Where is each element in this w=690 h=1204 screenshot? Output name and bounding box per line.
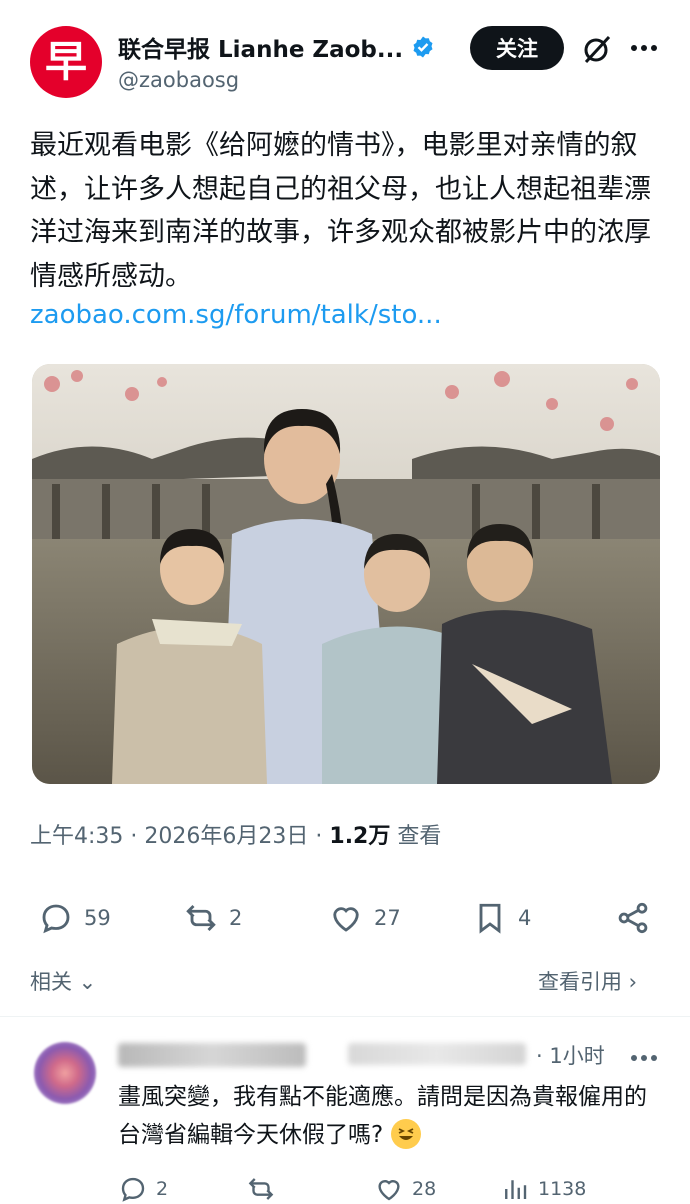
post-meta: 上午4:35 · 2026年6月23日 · 1.2万 查看 [30, 824, 442, 849]
reply-avatar[interactable] [34, 1042, 96, 1104]
view-count: 1.2万 [329, 824, 391, 849]
grok-icon[interactable] [582, 34, 612, 64]
related-dropdown[interactable]: 相关 ⌄ [30, 966, 96, 996]
movie-poster-image[interactable] [32, 364, 660, 784]
repost-button[interactable]: 2 [183, 900, 242, 936]
view-quotes-link[interactable]: 查看引用 › [538, 966, 637, 996]
reply-button[interactable]: 59 [38, 900, 111, 936]
tweet-text: 最近观看电影《给阿嬷的情书》，电影里对亲情的叙述，让许多人想起自己的祖父母，也让… [30, 130, 651, 292]
handle[interactable]: @zaobaosg [118, 68, 239, 92]
verified-badge-icon [413, 36, 433, 58]
reply-reply-count: 2 [156, 1178, 169, 1200]
movie-poster-illustration [32, 364, 660, 784]
tweet-link[interactable]: zaobao.com.sg/forum/talk/sto... [30, 300, 442, 330]
related-label: 相关 [30, 970, 72, 994]
reply-time: · 1小时 [536, 1044, 605, 1068]
chevron-right-icon: › [622, 970, 638, 994]
follow-button[interactable]: 关注 [470, 26, 564, 70]
views-bar-chart-icon [505, 1180, 527, 1199]
reply-like-count: 28 [412, 1178, 437, 1200]
reply-author-name-blurred[interactable] [118, 1043, 306, 1067]
post-time: 上午4:35 [30, 824, 124, 849]
post-date[interactable]: 2026年6月23日 [144, 824, 308, 849]
avatar[interactable]: 早 [30, 26, 102, 98]
quotes-label: 查看引用 [538, 970, 622, 994]
share-icon [618, 902, 648, 934]
share-button[interactable] [615, 900, 651, 936]
reply-views-button[interactable]: 1138 [500, 1174, 586, 1204]
reply-icon [42, 904, 70, 934]
reply-like-button[interactable]: 28 [374, 1174, 436, 1204]
view-label: 查看 [397, 824, 442, 849]
reply-more-icon[interactable] [628, 1046, 660, 1070]
bookmark-count: 4 [518, 906, 532, 930]
repost-icon [248, 1178, 274, 1200]
heart-icon [333, 907, 359, 932]
bookmark-icon [479, 903, 501, 934]
chevron-down-icon: ⌄ [72, 970, 97, 994]
like-count: 27 [374, 906, 401, 930]
avatar-glyph: 早 [44, 37, 87, 86]
more-icon[interactable] [628, 36, 660, 60]
grinning-squinting-emoji-icon [390, 1118, 421, 1149]
reply-repost-button[interactable] [246, 1174, 276, 1204]
divider [0, 1016, 690, 1017]
reply-reply-button[interactable]: 2 [118, 1174, 168, 1204]
like-button[interactable]: 27 [328, 900, 401, 936]
repost-count: 2 [229, 906, 243, 930]
bookmark-button[interactable]: 4 [472, 900, 531, 936]
reply-icon [121, 1177, 145, 1202]
reply-text-block: 畫風突變，我有點不能適應。請問是因為貴報僱用的台灣省編輯今天休假了嗎? [118, 1078, 658, 1154]
reply-author-handle-blurred[interactable] [348, 1043, 526, 1065]
reply-count: 59 [84, 906, 111, 930]
reply-text: 畫風突變，我有點不能適應。請問是因為貴報僱用的台灣省編輯今天休假了嗎? [118, 1084, 647, 1148]
reply-view-count: 1138 [538, 1178, 587, 1200]
heart-icon [378, 1180, 400, 1201]
author-row: 联合早报 Lianhe Zaob... [118, 30, 435, 64]
display-name[interactable]: 联合早报 Lianhe Zaob... [118, 30, 403, 64]
repost-icon [186, 904, 216, 932]
